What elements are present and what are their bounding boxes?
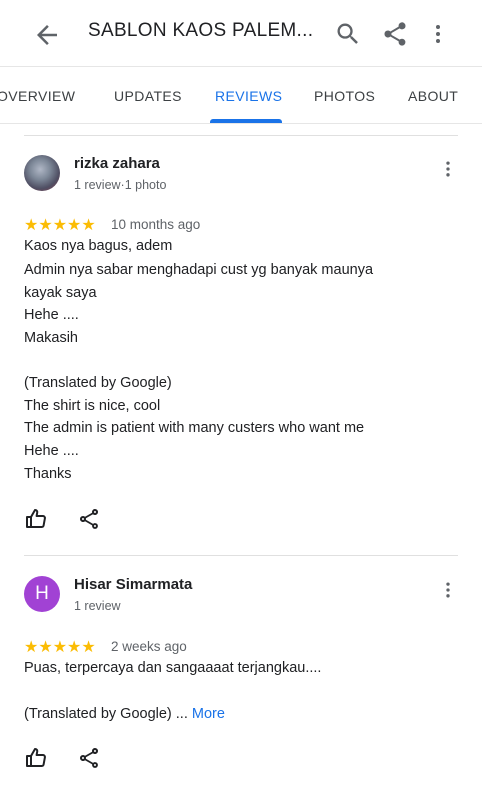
- review-text-line: The shirt is nice, cool: [24, 398, 161, 414]
- more-vert-icon[interactable]: [438, 157, 458, 181]
- more-vert-icon[interactable]: [438, 578, 458, 602]
- active-tab-indicator: [210, 119, 282, 123]
- share-icon[interactable]: [381, 20, 409, 48]
- review-time: 10 months ago: [111, 217, 201, 232]
- tab-about[interactable]: ABOUT: [408, 88, 458, 104]
- divider: [24, 555, 458, 556]
- tab-bar: OVERVIEW UPDATES REVIEWS PHOTOS ABOUT: [0, 66, 482, 124]
- star-rating: ★★★★★: [24, 639, 96, 656]
- thumb-up-icon[interactable]: [24, 507, 48, 531]
- review-text-line: Hehe ....: [24, 443, 79, 459]
- reviewer-meta: 1 review: [74, 599, 121, 613]
- review-time: 2 weeks ago: [111, 639, 187, 654]
- place-title: SABLON KAOS PALEM...: [88, 20, 314, 41]
- review-text-line: Admin nya sabar menghadapi cust yg banya…: [24, 262, 374, 278]
- translation-label: (Translated by Google) ...: [24, 706, 188, 722]
- tab-reviews[interactable]: REVIEWS: [215, 88, 282, 104]
- app-bar: SABLON KAOS PALEM...: [0, 0, 482, 66]
- review-text-line: The admin is patient with many custers w…: [24, 420, 365, 436]
- avatar[interactable]: [24, 155, 60, 191]
- thumb-up-icon[interactable]: [24, 746, 48, 770]
- translation-line: (Translated by Google) ... More: [24, 706, 225, 722]
- review-text-line: Puas, terpercaya dan sangaaaat terjangka…: [24, 660, 322, 676]
- avatar[interactable]: H: [24, 576, 60, 612]
- tab-photos[interactable]: PHOTOS: [314, 88, 375, 104]
- share-icon[interactable]: [77, 507, 101, 531]
- more-vert-icon[interactable]: [426, 20, 450, 48]
- tab-overview[interactable]: OVERVIEW: [0, 88, 75, 104]
- reviewer-name[interactable]: rizka zahara: [74, 155, 160, 172]
- review-text-line: Thanks: [24, 466, 72, 482]
- search-icon[interactable]: [334, 20, 362, 48]
- reviewer-name[interactable]: Hisar Simarmata: [74, 576, 192, 593]
- review-text-line: Makasih: [24, 330, 78, 346]
- tab-updates[interactable]: UPDATES: [114, 88, 182, 104]
- review-text-line: kayak saya: [24, 285, 97, 301]
- star-rating: ★★★★★: [24, 217, 96, 234]
- more-link[interactable]: More: [192, 706, 225, 722]
- reviewer-meta: 1 review·1 photo: [74, 178, 167, 192]
- review-text-line: Hehe ....: [24, 307, 79, 323]
- divider: [24, 135, 458, 136]
- arrow-back-icon[interactable]: [32, 20, 62, 50]
- translation-label: (Translated by Google): [24, 375, 172, 391]
- share-icon[interactable]: [77, 746, 101, 770]
- review-text-line: Kaos nya bagus, adem: [24, 238, 173, 254]
